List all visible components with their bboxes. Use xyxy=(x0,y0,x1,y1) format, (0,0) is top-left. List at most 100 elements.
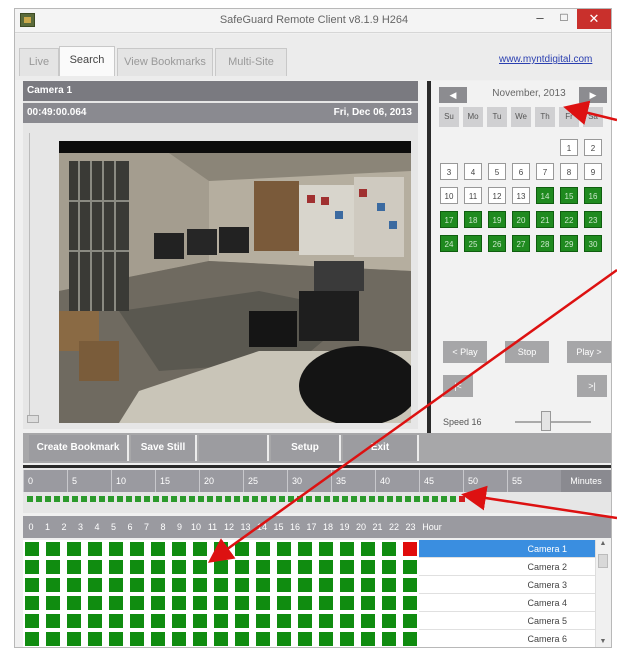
tab-live[interactable]: Live xyxy=(19,48,59,76)
recorded-hour-cell[interactable] xyxy=(46,578,60,592)
recorded-hour-cell[interactable] xyxy=(25,542,39,556)
camera-row-label[interactable]: Camera 1 xyxy=(419,540,595,558)
minute-block[interactable] xyxy=(63,496,69,502)
recorded-hour-cell[interactable] xyxy=(151,560,165,574)
recorded-hour-cell[interactable] xyxy=(403,632,417,646)
exit-button[interactable]: Exit xyxy=(343,435,419,461)
minute-block[interactable] xyxy=(90,496,96,502)
scroll-thumb[interactable] xyxy=(598,554,608,568)
calendar-day[interactable]: 16 xyxy=(584,187,602,204)
recorded-hour-cell[interactable] xyxy=(130,542,144,556)
speed-slider-thumb[interactable] xyxy=(541,411,551,431)
recorded-hour-cell[interactable] xyxy=(319,542,333,556)
camera-row-label[interactable]: Camera 2 xyxy=(419,558,595,576)
recorded-hour-cell[interactable] xyxy=(277,560,291,574)
minute-block[interactable] xyxy=(351,496,357,502)
calendar-day[interactable]: 20 xyxy=(512,211,530,228)
maximize-button[interactable]: □ xyxy=(553,10,575,28)
recorded-hour-cell[interactable] xyxy=(277,614,291,628)
scroll-down-icon[interactable]: ▼ xyxy=(596,638,610,647)
minute-block[interactable] xyxy=(423,496,429,502)
minute-block[interactable] xyxy=(45,496,51,502)
recorded-hour-cell[interactable] xyxy=(172,632,186,646)
create-bookmark-button[interactable]: Create Bookmark xyxy=(29,435,129,461)
recorded-hour-cell[interactable] xyxy=(403,614,417,628)
recorded-hour-cell[interactable] xyxy=(256,578,270,592)
recorded-hour-cell[interactable] xyxy=(193,614,207,628)
recorded-hour-cell[interactable] xyxy=(319,578,333,592)
step-forward-button[interactable]: >| xyxy=(577,375,607,397)
recorded-hour-cell[interactable] xyxy=(25,614,39,628)
recorded-hour-cell[interactable] xyxy=(172,596,186,610)
recorded-hour-cell[interactable] xyxy=(340,560,354,574)
minute-block[interactable] xyxy=(108,496,114,502)
minute-block[interactable] xyxy=(162,496,168,502)
recorded-hour-cell[interactable] xyxy=(130,632,144,646)
minute-block[interactable] xyxy=(324,496,330,502)
recorded-hour-cell[interactable] xyxy=(109,560,123,574)
calendar-day[interactable]: 17 xyxy=(440,211,458,228)
recorded-hour-cell[interactable] xyxy=(382,542,396,556)
recording-grid[interactable]: Camera 1 Camera 2 Camera 3 Camera 4 Camera 5… xyxy=(23,540,595,647)
recorded-hour-cell[interactable] xyxy=(319,614,333,628)
previous-month-button[interactable]: ◀ xyxy=(439,87,467,103)
minute-block[interactable] xyxy=(207,496,213,502)
tab-multi-site[interactable]: Multi-Site xyxy=(215,48,287,76)
recorded-hour-cell[interactable] xyxy=(109,596,123,610)
recorded-hour-cell[interactable] xyxy=(193,542,207,556)
recorded-hour-cell[interactable] xyxy=(277,578,291,592)
recorded-hour-cell[interactable] xyxy=(25,632,39,646)
play-forward-button[interactable]: Play > xyxy=(567,341,611,363)
minute-block[interactable] xyxy=(360,496,366,502)
minute-block[interactable] xyxy=(189,496,195,502)
recorded-hour-cell[interactable] xyxy=(130,596,144,610)
recorded-hour-cell[interactable] xyxy=(25,578,39,592)
recorded-hour-cell[interactable] xyxy=(235,614,249,628)
minute-block[interactable] xyxy=(387,496,393,502)
recorded-hour-cell[interactable] xyxy=(151,578,165,592)
calendar-day[interactable]: 4 xyxy=(464,163,482,180)
blank-button[interactable] xyxy=(199,435,269,461)
camera-row-label[interactable]: Camera 5 xyxy=(419,612,595,630)
recorded-hour-cell[interactable] xyxy=(46,632,60,646)
minute-block[interactable] xyxy=(198,496,204,502)
recorded-hour-cell[interactable] xyxy=(88,542,102,556)
calendar-day[interactable]: 22 xyxy=(560,211,578,228)
camera-row-label[interactable]: Camera 4 xyxy=(419,594,595,612)
recorded-hour-cell[interactable] xyxy=(382,596,396,610)
minute-block[interactable] xyxy=(54,496,60,502)
recorded-hour-cell[interactable] xyxy=(214,596,228,610)
calendar-day[interactable]: 23 xyxy=(584,211,602,228)
recorded-hour-cell[interactable] xyxy=(277,596,291,610)
alert-hour-cell[interactable] xyxy=(403,542,417,556)
setup-button[interactable]: Setup xyxy=(271,435,341,461)
minute-block[interactable] xyxy=(369,496,375,502)
recorded-hour-cell[interactable] xyxy=(172,560,186,574)
recorded-hour-cell[interactable] xyxy=(319,596,333,610)
minute-block[interactable] xyxy=(81,496,87,502)
minute-block[interactable] xyxy=(171,496,177,502)
calendar-day[interactable]: 24 xyxy=(440,235,458,252)
recorded-hour-cell[interactable] xyxy=(361,578,375,592)
recorded-hour-cell[interactable] xyxy=(319,560,333,574)
minute-block[interactable] xyxy=(99,496,105,502)
minute-block[interactable] xyxy=(234,496,240,502)
current-minute-marker[interactable] xyxy=(459,496,465,502)
recorded-hour-cell[interactable] xyxy=(214,578,228,592)
recorded-hour-cell[interactable] xyxy=(151,596,165,610)
close-button[interactable]: ✕ xyxy=(577,9,611,29)
play-backward-button[interactable]: < Play xyxy=(443,341,487,363)
recorded-hour-cell[interactable] xyxy=(67,614,81,628)
recorded-hour-cell[interactable] xyxy=(340,596,354,610)
speed-slider[interactable] xyxy=(515,421,591,423)
tab-search[interactable]: Search xyxy=(59,46,115,76)
calendar-day[interactable]: 6 xyxy=(512,163,530,180)
recorded-hour-cell[interactable] xyxy=(109,542,123,556)
calendar-day[interactable]: 5 xyxy=(488,163,506,180)
calendar-day[interactable]: 19 xyxy=(488,211,506,228)
recorded-hour-cell[interactable] xyxy=(340,578,354,592)
minute-block[interactable] xyxy=(135,496,141,502)
minute-block[interactable] xyxy=(144,496,150,502)
stop-button[interactable]: Stop xyxy=(505,341,549,363)
recorded-hour-cell[interactable] xyxy=(214,632,228,646)
